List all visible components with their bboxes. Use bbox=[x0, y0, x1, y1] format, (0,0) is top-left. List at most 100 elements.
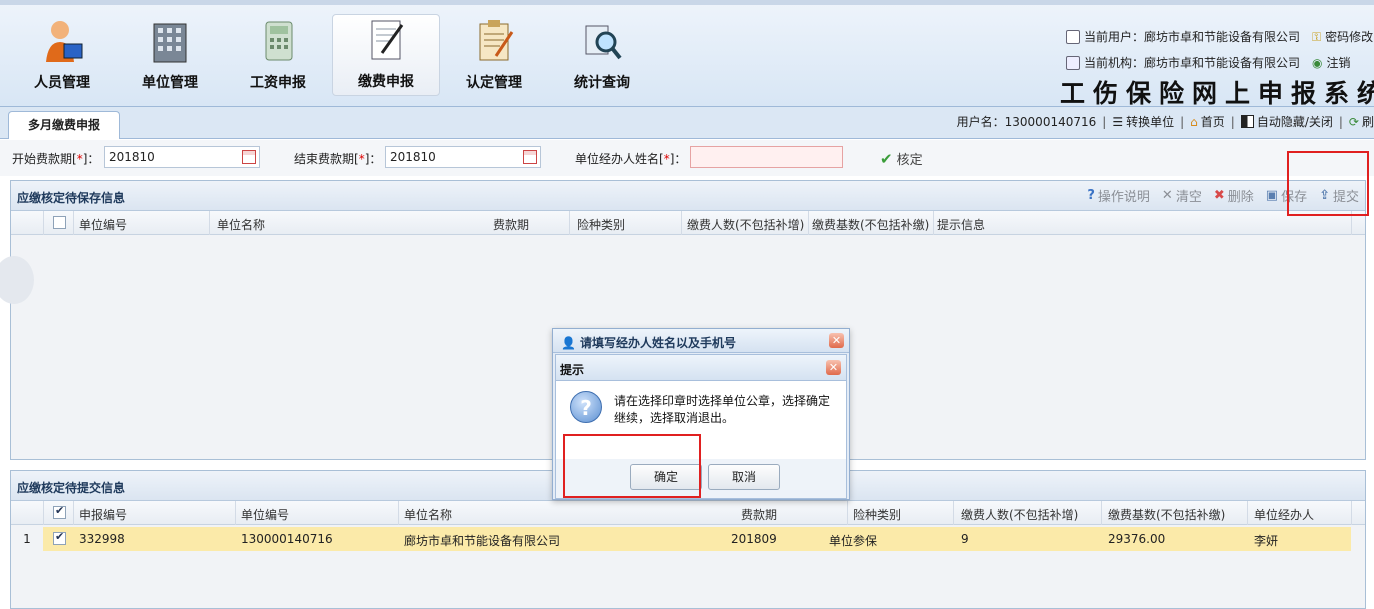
cell-agent: 李妍 bbox=[1254, 534, 1279, 548]
browser-tab-strip bbox=[0, 0, 1374, 5]
cell-unit-no: 130000140716 bbox=[241, 532, 333, 546]
end-period-value: 201810 bbox=[390, 150, 436, 164]
home-link[interactable]: ⌂ 首页 bbox=[1190, 113, 1225, 130]
prompt-message: 请在选择印章时选择单位公章，选择确定继续，选择取消退出。 bbox=[614, 394, 831, 425]
submit-highlight-box bbox=[1287, 151, 1369, 216]
col-unit-name: 单位名称 bbox=[217, 218, 266, 232]
cancel-button[interactable]: 取消 bbox=[708, 464, 780, 490]
tab-bar: 多月缴费申报 用户名：130000140716 | ☰ 转换单位 | ⌂ 首页 | … bbox=[0, 107, 1374, 139]
calendar-icon[interactable] bbox=[242, 150, 256, 164]
cell-report-no: 332998 bbox=[79, 532, 125, 546]
current-user: 当前用户：廊坊市卓和节能设备有限公司 bbox=[1084, 30, 1301, 44]
col-base: 缴费基数(不包括补缴) bbox=[812, 218, 930, 232]
verify-button[interactable]: ✔ 核定 bbox=[880, 149, 923, 169]
filter-bar: 开始费款期[*]： 201810 结束费款期[*]： 201810 单位经办人姓… bbox=[0, 140, 1374, 176]
current-org: 当前机构：廊坊市卓和节能设备有限公司 bbox=[1084, 56, 1301, 70]
switch-unit-label: 转换单位 bbox=[1126, 115, 1175, 129]
pending-submit-title: 应缴核定待提交信息 bbox=[17, 481, 126, 495]
clear-button[interactable]: ✕ 清空 bbox=[1162, 186, 1202, 205]
module-statistics[interactable]: 统计查询 bbox=[548, 14, 656, 96]
top-links: 用户名：130000140716 | ☰ 转换单位 | ⌂ 首页 | 自动隐藏/关闭… bbox=[956, 113, 1374, 130]
clear-icon: ✕ bbox=[1161, 188, 1173, 203]
system-title: 工伤保险网上申报系统 bbox=[1060, 79, 1374, 108]
module-payment[interactable]: 缴费申报 bbox=[332, 14, 440, 96]
auto-hide-link[interactable]: 自动隐藏/关闭 bbox=[1240, 113, 1333, 130]
refresh-label: 刷 bbox=[1361, 115, 1374, 129]
select-all-checkbox[interactable] bbox=[53, 504, 66, 519]
col-unit-no: 单位编号 bbox=[79, 218, 128, 232]
logout-icon: ◉ bbox=[1312, 56, 1323, 70]
module-label: 人员管理 bbox=[34, 75, 90, 91]
verify-label: 核定 bbox=[896, 153, 923, 168]
col-unit-no: 单位编号 bbox=[241, 508, 290, 522]
refresh-icon: ⟳ bbox=[1348, 114, 1359, 129]
calendar-icon[interactable] bbox=[523, 150, 537, 164]
row-number: 1 bbox=[11, 527, 43, 551]
agent-info-dialog-title: 请填写经办人姓名以及手机号 bbox=[579, 336, 736, 350]
col-base: 缴费基数(不包括补缴) bbox=[1108, 508, 1226, 522]
cell-count: 9 bbox=[961, 532, 969, 546]
agent-info-dialog-titlebar: 👤 请填写经办人姓名以及手机号 ✕ bbox=[553, 329, 849, 353]
id-card-icon bbox=[1066, 30, 1080, 44]
home-icon: ⌂ bbox=[1190, 114, 1198, 129]
tab-multi-month-payment[interactable]: 多月缴费申报 bbox=[8, 111, 120, 139]
list-icon: ☰ bbox=[1112, 114, 1124, 129]
document-pen-icon bbox=[363, 17, 409, 63]
help-button[interactable]: ? 操作说明 bbox=[1087, 186, 1150, 205]
module-label: 缴费申报 bbox=[358, 74, 414, 90]
module-label: 统计查询 bbox=[574, 75, 630, 91]
start-period-input[interactable]: 201810 bbox=[104, 146, 260, 168]
building-icon bbox=[147, 18, 193, 64]
select-all-checkbox[interactable] bbox=[53, 216, 66, 229]
switch-unit-link[interactable]: ☰ 转换单位 bbox=[1112, 113, 1174, 130]
module-personnel[interactable]: 人员管理 bbox=[8, 14, 116, 96]
username-label: 用户名：130000140716 bbox=[956, 115, 1097, 129]
module-label: 单位管理 bbox=[142, 75, 198, 91]
cell-type: 单位参保 bbox=[829, 534, 878, 548]
magnifier-icon bbox=[579, 18, 625, 64]
start-period-value: 201810 bbox=[109, 150, 155, 164]
end-period-input[interactable]: 201810 bbox=[385, 146, 541, 168]
module-unit[interactable]: 单位管理 bbox=[116, 14, 224, 96]
ok-highlight-box bbox=[563, 434, 701, 498]
cell-unit-name: 廊坊市卓和节能设备有限公司 bbox=[404, 534, 561, 548]
prompt-title: 提示 bbox=[560, 363, 585, 377]
question-icon: ? bbox=[570, 391, 602, 423]
col-insurance-type: 险种类别 bbox=[577, 218, 626, 232]
module-certification[interactable]: 认定管理 bbox=[440, 14, 548, 96]
refresh-link[interactable]: ⟳ 刷 bbox=[1349, 113, 1374, 130]
pending-submit-grid-header: 申报编号 单位编号 单位名称 费款期 险种类别 缴费人数(不包括补增) 缴费基数… bbox=[11, 501, 1365, 525]
logout-link[interactable]: 注销 bbox=[1327, 50, 1351, 76]
password-link[interactable]: 密码修改 bbox=[1325, 24, 1373, 50]
auto-hide-label: 自动隐藏/关闭 bbox=[1256, 115, 1333, 129]
prompt-titlebar: 提示 ✕ bbox=[556, 355, 846, 381]
cell-base: 29376.00 bbox=[1108, 532, 1166, 546]
col-headcount: 缴费人数(不包括补增) bbox=[961, 508, 1079, 522]
col-period: 费款期 bbox=[493, 218, 530, 232]
calculator-icon bbox=[255, 18, 301, 64]
end-period-label: 结束费款期[*]： bbox=[294, 152, 382, 166]
start-period-label: 开始费款期[*]： bbox=[12, 152, 100, 166]
org-icon bbox=[1066, 56, 1080, 70]
col-hint: 提示信息 bbox=[937, 218, 986, 232]
close-icon[interactable]: ✕ bbox=[829, 333, 844, 348]
row-checkbox[interactable] bbox=[53, 530, 66, 545]
col-period: 费款期 bbox=[741, 508, 778, 522]
delete-button[interactable]: ✖ 删除 bbox=[1214, 186, 1254, 205]
close-icon[interactable]: ✕ bbox=[826, 360, 841, 375]
agent-name-input[interactable] bbox=[690, 146, 843, 168]
table-row[interactable]: 1 332998 130000140716 廊坊市卓和节能设备有限公司 2018… bbox=[11, 527, 1351, 551]
module-salary[interactable]: 工资申报 bbox=[224, 14, 332, 96]
col-unit-name: 单位名称 bbox=[404, 508, 453, 522]
key-icon: ⚿ bbox=[1312, 30, 1322, 44]
home-label: 首页 bbox=[1200, 115, 1225, 129]
top-header: 人员管理 单位管理 工资申报 缴费申报 认定管理 统计查询 当前用户：廊坊市卓和… bbox=[0, 0, 1374, 108]
pending-save-header: 应缴核定待保存信息 ? 操作说明 ✕ 清空 ✖ 删除 ▣ 保存 ⇪ 提交 bbox=[11, 181, 1365, 211]
user-icon: 👤 bbox=[561, 335, 576, 350]
pending-save-title: 应缴核定待保存信息 bbox=[17, 191, 126, 205]
question-icon: ? bbox=[1087, 188, 1095, 203]
pending-save-grid-header: 单位编号 单位名称 费款期 险种类别 缴费人数(不包括补增) 缴费基数(不包括补… bbox=[11, 211, 1365, 235]
module-label: 认定管理 bbox=[466, 75, 522, 91]
col-agent: 单位经办人 bbox=[1254, 508, 1315, 522]
cell-period: 201809 bbox=[731, 532, 777, 546]
